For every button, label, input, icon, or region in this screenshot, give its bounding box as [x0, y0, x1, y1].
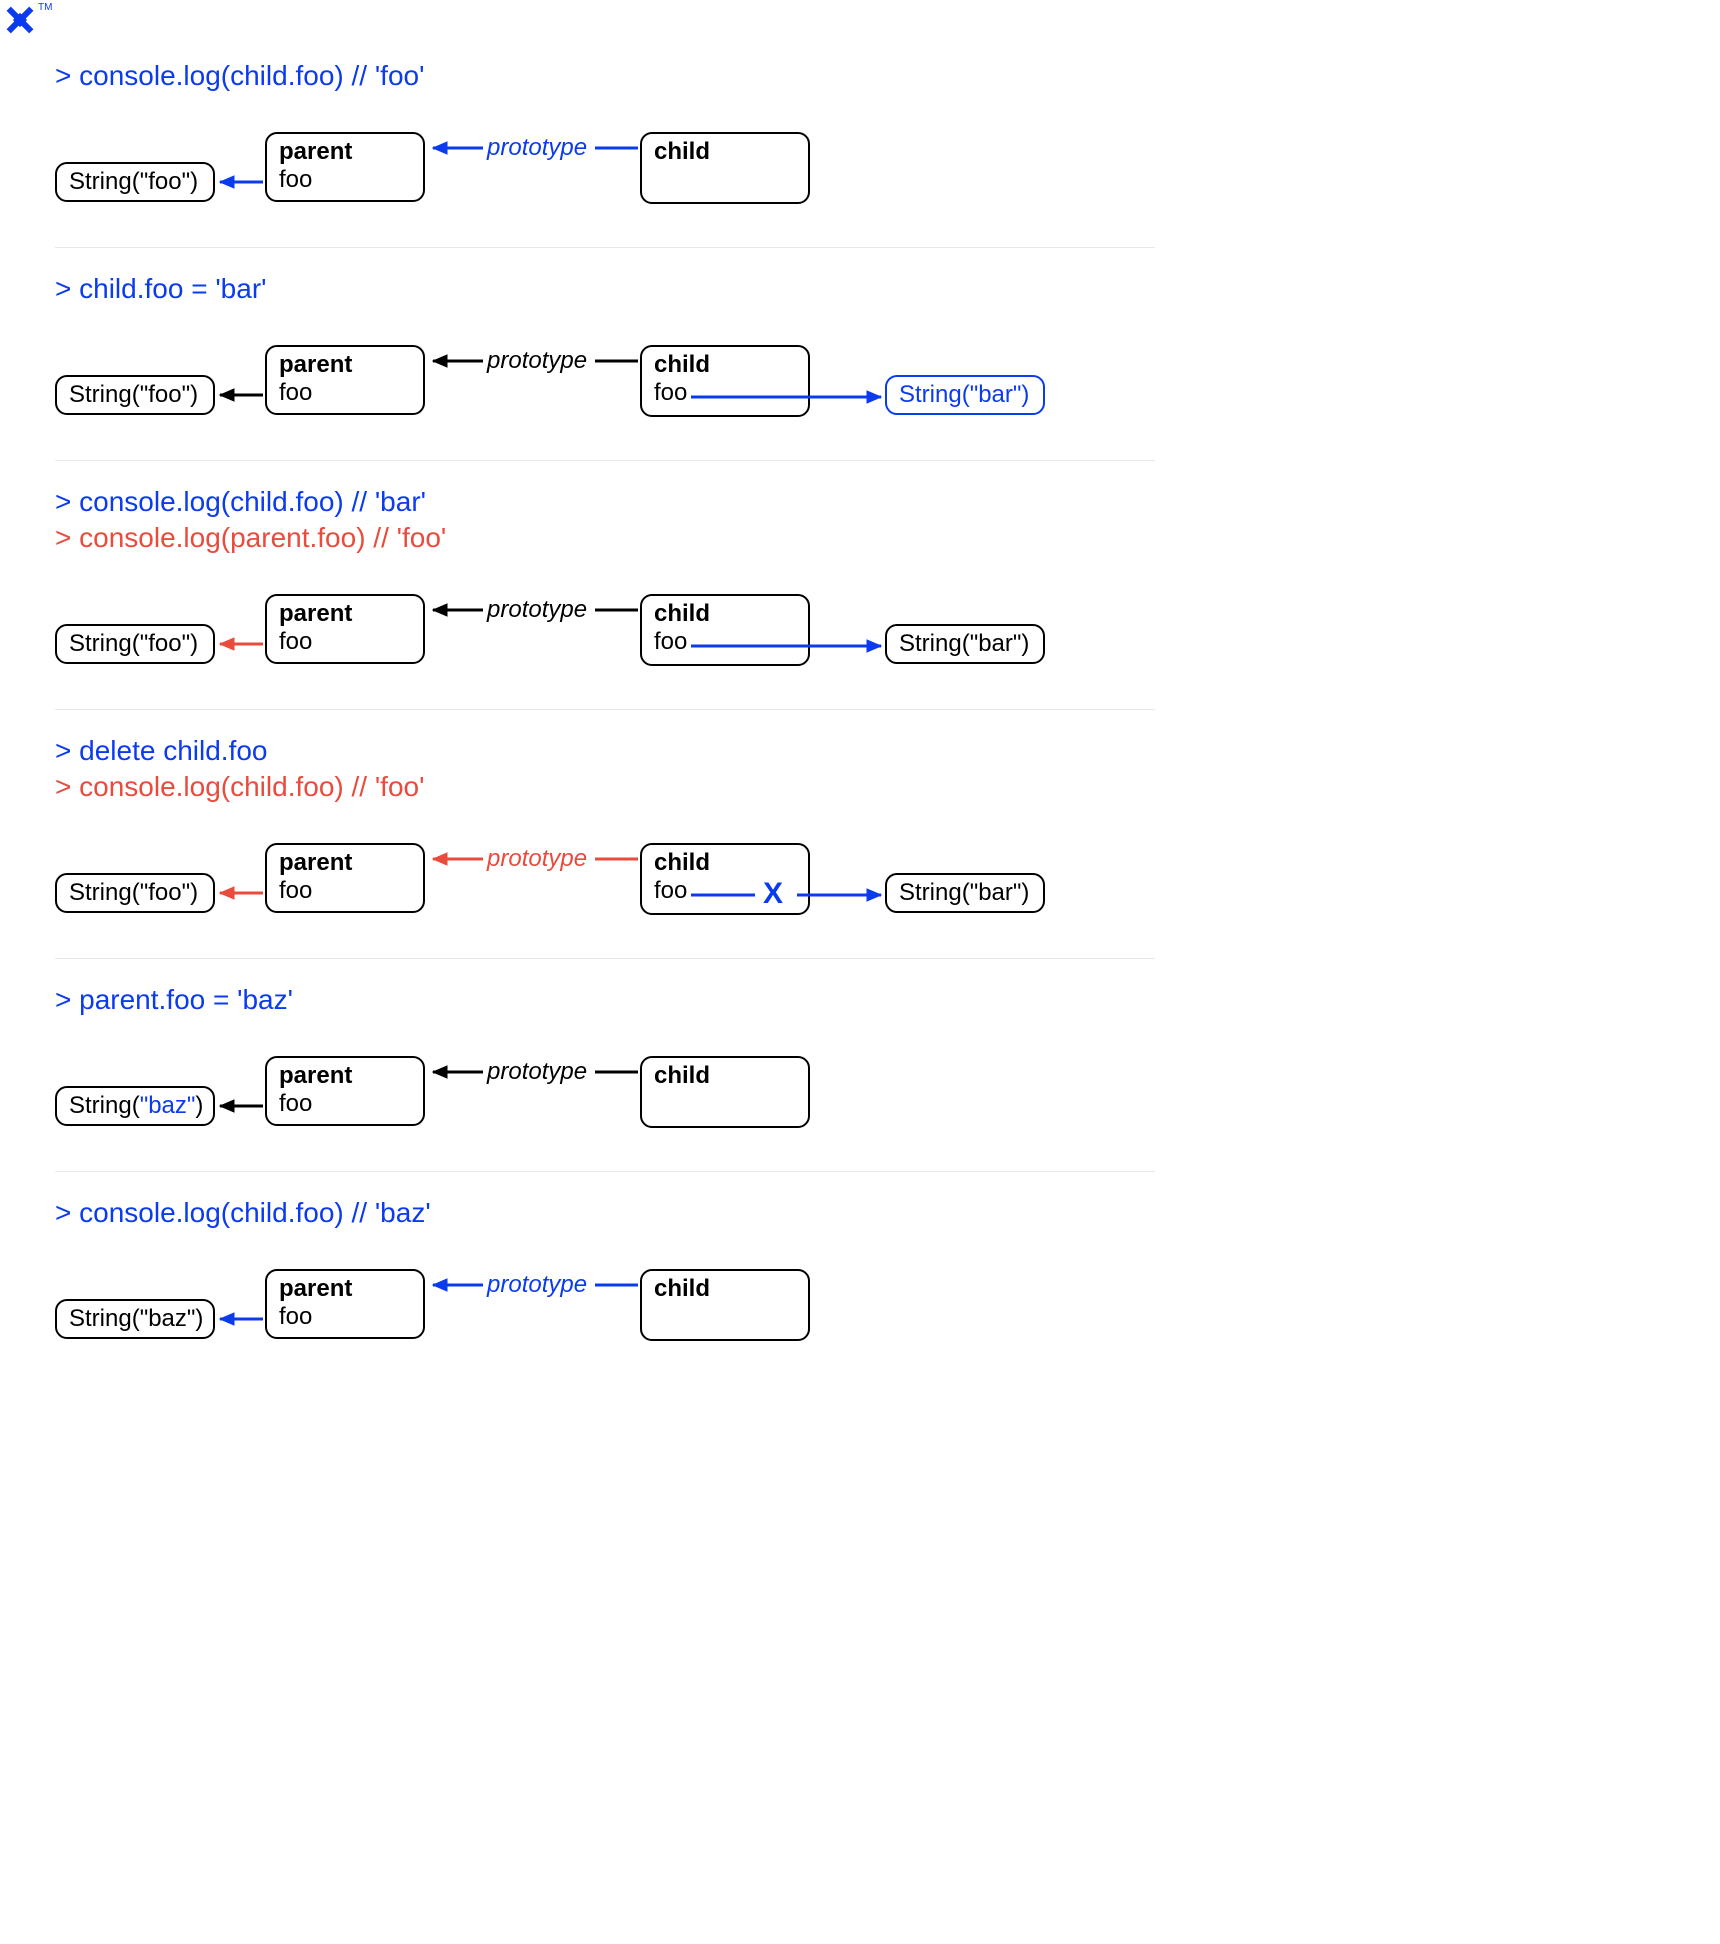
parent-prop-foo: foo: [267, 166, 423, 200]
deleted-x-icon: X: [763, 877, 783, 911]
string-value-right: String("bar"): [885, 624, 1045, 664]
parent-title: parent: [267, 134, 423, 166]
string-value-right: String("bar"): [885, 873, 1045, 913]
parent-title: parent: [267, 596, 423, 628]
string-value-left: String("foo"): [55, 873, 215, 913]
code-line: > parent.foo = 'baz': [55, 984, 1155, 1016]
object-diagram: String("foo")parentfoochildfooString("ba…: [55, 574, 1155, 684]
code-line: > console.log(parent.foo) // 'foo': [55, 522, 1155, 554]
child-title: child: [642, 845, 808, 877]
child-prop-foo: foo: [642, 628, 808, 662]
code-line: > console.log(child.foo) // 'bar': [55, 486, 1155, 518]
child-title: child: [642, 1271, 808, 1303]
child-object: child: [640, 1056, 810, 1128]
parent-title: parent: [267, 347, 423, 379]
diagram-section: > delete child.foo > console.log(child.fo…: [55, 735, 1155, 959]
object-diagram: String("foo")parentfoochildfooString("ba…: [55, 823, 1155, 933]
prototype-label: prototype: [487, 1271, 587, 1299]
child-title: child: [642, 134, 808, 166]
logo-tm: TM: [38, 2, 52, 13]
child-prop-foo: foo: [642, 379, 808, 413]
parent-prop-foo: foo: [267, 1090, 423, 1124]
parent-prop-foo: foo: [267, 628, 423, 662]
parent-object: parentfoo: [265, 132, 425, 202]
object-diagram: String("foo") parentfoo child prototype: [55, 112, 1155, 222]
object-diagram: String("foo")parentfoochildfooString("ba…: [55, 325, 1155, 435]
object-diagram: String("baz") parentfoo child prototype: [55, 1249, 1155, 1359]
code-line: > delete child.foo: [55, 735, 1155, 767]
child-prop-foo: foo: [642, 877, 808, 911]
diagram-section: > console.log(child.foo) // 'baz' String(…: [55, 1197, 1155, 1384]
parent-object: parentfoo: [265, 594, 425, 664]
parent-object: parentfoo: [265, 1269, 425, 1339]
parent-title: parent: [267, 845, 423, 877]
child-title: child: [642, 1058, 808, 1090]
string-value-left: String("baz"): [55, 1086, 215, 1126]
prototype-label: prototype: [487, 596, 587, 624]
string-value-left: String("foo"): [55, 162, 215, 202]
diagram-section: > console.log(child.foo) // 'bar' > conso…: [55, 486, 1155, 710]
string-value-left: String("baz"): [55, 1299, 215, 1339]
child-object: childfoo: [640, 345, 810, 417]
parent-title: parent: [267, 1058, 423, 1090]
logo-icon: [0, 0, 40, 40]
prototype-label: prototype: [487, 134, 587, 162]
code-line: > console.log(child.foo) // 'baz': [55, 1197, 1155, 1229]
child-object: childfoo: [640, 594, 810, 666]
diagram-canvas: > console.log(child.foo) // 'foo' String(…: [55, 0, 1155, 1384]
child-object: child: [640, 132, 810, 204]
parent-object: parentfoo: [265, 843, 425, 913]
string-value-left: String("foo"): [55, 624, 215, 664]
diagram-section: > child.foo = 'bar'String("foo")parentfo…: [55, 273, 1155, 461]
child-object: child: [640, 1269, 810, 1341]
parent-prop-foo: foo: [267, 379, 423, 413]
code-line: > console.log(child.foo) // 'foo': [55, 771, 1155, 803]
child-object: childfoo: [640, 843, 810, 915]
diagram-section: > console.log(child.foo) // 'foo' String(…: [55, 60, 1155, 248]
child-title: child: [642, 596, 808, 628]
string-value-right: String("bar"): [885, 375, 1045, 415]
parent-object: parentfoo: [265, 345, 425, 415]
child-title: child: [642, 347, 808, 379]
parent-prop-foo: foo: [267, 877, 423, 911]
diagram-section: > parent.foo = 'baz' String("baz") parentf…: [55, 984, 1155, 1172]
prototype-label: prototype: [487, 347, 587, 375]
object-diagram: String("baz") parentfoo child prototype: [55, 1036, 1155, 1146]
string-inner: "baz": [140, 1092, 196, 1120]
string-prefix: String(: [69, 1092, 140, 1120]
parent-title: parent: [267, 1271, 423, 1303]
parent-object: parentfoo: [265, 1056, 425, 1126]
code-line: > child.foo = 'bar': [55, 273, 1155, 305]
code-line: > console.log(child.foo) // 'foo': [55, 60, 1155, 92]
prototype-label: prototype: [487, 1058, 587, 1086]
prototype-label: prototype: [487, 845, 587, 873]
string-suffix: ): [195, 1092, 203, 1120]
parent-prop-foo: foo: [267, 1303, 423, 1337]
string-value-left: String("foo"): [55, 375, 215, 415]
